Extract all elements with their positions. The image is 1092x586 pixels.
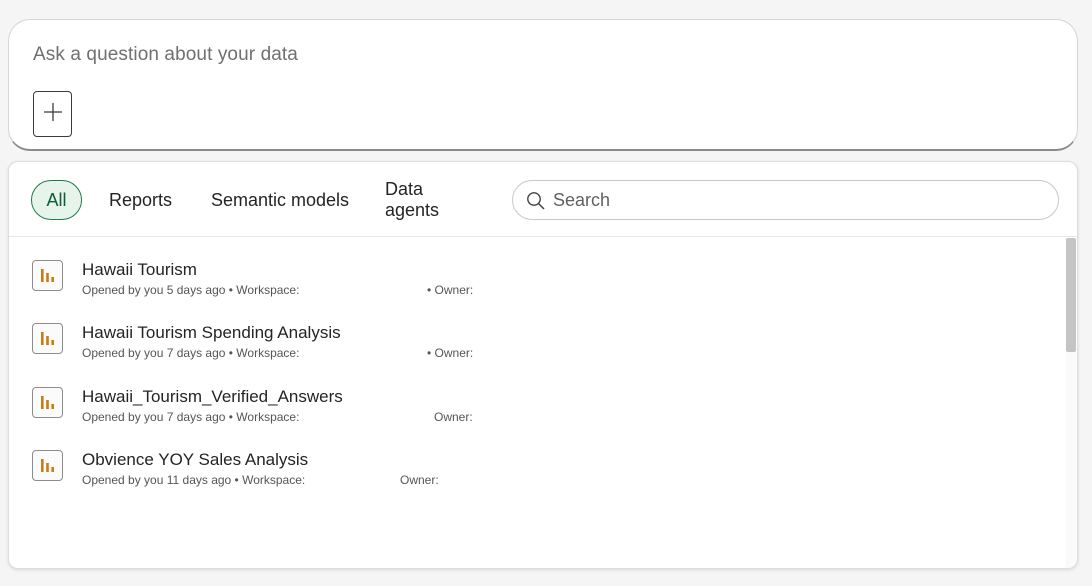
- item-owner: • Owner:: [427, 346, 474, 360]
- filter-bar: All Reports Semantic models Data agents: [9, 162, 1077, 237]
- ask-question-placeholder[interactable]: Ask a question about your data: [33, 44, 298, 66]
- filter-chip-data-agents[interactable]: Data agents: [385, 179, 481, 220]
- report-icon: [32, 260, 63, 291]
- ask-question-box[interactable]: Ask a question about your data: [8, 19, 1078, 151]
- item-meta: Opened by you 11 days ago • Workspace:: [82, 473, 306, 487]
- report-icon: [32, 450, 63, 481]
- list-item[interactable]: Hawaii_Tourism_Verified_Answers Opened b…: [9, 365, 1059, 425]
- item-owner: Owner:: [434, 410, 473, 424]
- scrollbar-thumb[interactable]: [1066, 238, 1076, 352]
- search-box[interactable]: [512, 180, 1059, 220]
- list-item[interactable]: Hawaii Tourism Opened by you 5 days ago …: [9, 238, 1059, 298]
- item-owner: Owner:: [400, 473, 439, 487]
- search-input[interactable]: [553, 187, 1043, 213]
- item-title[interactable]: Hawaii Tourism: [82, 260, 197, 280]
- list-item[interactable]: Hawaii Tourism Spending Analysis Opened …: [9, 301, 1059, 361]
- plus-icon: [43, 102, 63, 127]
- filter-chip-reports[interactable]: Reports: [103, 180, 178, 220]
- report-icon: [32, 387, 63, 418]
- page: Ask a question about your data All Repor…: [0, 0, 1092, 586]
- add-button[interactable]: [33, 91, 72, 137]
- item-title[interactable]: Hawaii Tourism Spending Analysis: [82, 323, 341, 343]
- results-panel: All Reports Semantic models Data agents …: [8, 161, 1078, 569]
- item-owner: • Owner:: [427, 283, 474, 297]
- filter-chip-semantic-models[interactable]: Semantic models: [209, 180, 351, 220]
- scrollbar[interactable]: [1066, 238, 1076, 568]
- filter-chip-all[interactable]: All: [31, 180, 82, 220]
- list-item[interactable]: Obvience YOY Sales Analysis Opened by yo…: [9, 428, 1059, 488]
- item-meta: Opened by you 7 days ago • Workspace:: [82, 410, 300, 424]
- item-title[interactable]: Obvience YOY Sales Analysis: [82, 450, 308, 470]
- recent-items-list: Hawaii Tourism Opened by you 5 days ago …: [9, 238, 1077, 568]
- report-icon: [32, 323, 63, 354]
- item-meta: Opened by you 7 days ago • Workspace:: [82, 346, 300, 360]
- item-title[interactable]: Hawaii_Tourism_Verified_Answers: [82, 387, 343, 407]
- item-meta: Opened by you 5 days ago • Workspace:: [82, 283, 300, 297]
